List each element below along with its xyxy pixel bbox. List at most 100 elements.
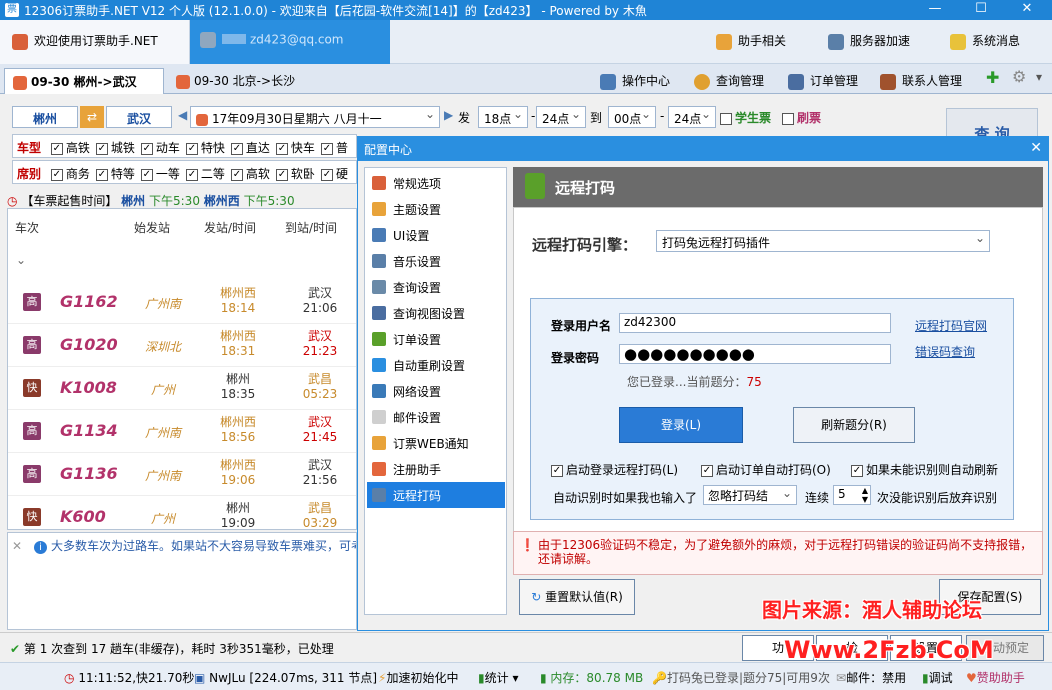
seat-option[interactable]: ✓ 高软 [230,167,270,181]
ops-center-menu[interactable]: 操作中心 [600,72,670,90]
table-row[interactable]: 高 G1136 广州南 郴州西 19:06 武汉 21:56 [8,453,356,496]
opt3-checkbox[interactable]: ✓ [851,464,863,477]
nav-item[interactable]: 远程打码 [367,482,505,508]
depart-to-select[interactable]: 24点 [536,106,586,128]
seat-checkbox[interactable]: ✓ [185,168,198,181]
engine-select[interactable]: 打码兔远程打码插件 [656,230,990,252]
type-checkbox[interactable]: ✓ [95,142,108,155]
opt-order-captcha[interactable]: ✓ 启动订单自动打码(O) [701,461,831,478]
student-ticket-option[interactable]: 学生票 [720,109,771,126]
depart-from-select[interactable]: 18点 [478,106,528,128]
error-code-link[interactable]: 错误码查询 [915,343,975,360]
type-option[interactable]: ✓ 特快 [185,141,225,155]
seat-option[interactable]: ✓ 商务 [50,167,90,181]
minimize-button[interactable]: — [912,0,958,20]
sponsor-link[interactable]: ♥赞助助手 [966,669,1025,686]
collapse-chevron-icon[interactable]: ⌄ [16,253,26,267]
tab-beijing-changsha[interactable]: 09-30 北京->长沙 [168,68,328,94]
seat-checkbox[interactable]: ✓ [230,168,243,181]
type-checkbox[interactable]: ✓ [50,142,63,155]
server-accel-menu[interactable]: 服务器加速 [828,32,910,50]
type-option[interactable]: ✓ 直达 [230,141,270,155]
welcome-panel[interactable]: 欢迎使用订票助手.NET [0,20,190,64]
reset-default-button[interactable]: ↻ 重置默认值(R) [519,579,635,615]
swap-icon[interactable]: ⇄ [80,106,104,128]
type-checkbox[interactable]: ✓ [230,142,243,155]
type-option[interactable]: ✓ 快车 [275,141,315,155]
nav-item[interactable]: 常规选项 [367,170,505,196]
col-train-no[interactable]: 车次 [15,219,39,236]
type-checkbox[interactable]: ✓ [185,142,198,155]
train-number[interactable]: G1134 [60,421,118,440]
type-option[interactable]: ✓ 动车 [140,141,180,155]
refresh-checkbox[interactable] [782,112,794,125]
type-option[interactable]: ✓ 普 [320,141,348,155]
type-checkbox[interactable]: ✓ [275,142,288,155]
prev-date-icon[interactable]: ◀ [178,108,187,122]
password-input[interactable]: ●●●●●●●●●● [619,344,891,364]
table-row[interactable]: 高 G1162 广州南 郴州西 18:14 武汉 21:06 [8,281,356,324]
type-checkbox[interactable]: ✓ [140,142,153,155]
student-checkbox[interactable] [720,112,732,125]
stats-menu[interactable]: ▮统计 ▾ [478,669,518,686]
nav-item[interactable]: 订票WEB通知 [367,430,505,456]
seat-checkbox[interactable]: ✓ [50,168,63,181]
seat-checkbox[interactable]: ✓ [95,168,108,181]
contact-mgr-menu[interactable]: 联系人管理 [880,72,962,90]
seat-option[interactable]: ✓ 软卧 [275,167,315,181]
table-row[interactable]: 快 K1008 广州 郴州 18:35 武昌 05:23 [8,367,356,410]
sys-msg-menu[interactable]: 系统消息 [950,32,1020,50]
nav-item[interactable]: 查询视图设置 [367,300,505,326]
train-number[interactable]: G1020 [60,335,118,354]
order-mgr-menu[interactable]: 订单管理 [788,72,858,90]
from-station-input[interactable]: 郴州 [12,106,78,128]
tab-chenzhou-wuhan[interactable]: 09-30 郴州->武汉 [4,68,164,94]
table-row[interactable]: 高 G1020 深圳北 郴州西 18:31 武汉 21:23 [8,324,356,367]
user-panel[interactable]: zd423@qq.com [190,20,390,64]
type-checkbox[interactable]: ✓ [320,142,333,155]
nav-item[interactable]: 查询设置 [367,274,505,300]
col-origin[interactable]: 始发站 [134,219,170,236]
seat-option[interactable]: ✓ 硬 [320,167,348,181]
type-option[interactable]: ✓ 城铁 [95,141,135,155]
chevron-down-icon[interactable]: ▾ [1036,70,1042,84]
nav-item[interactable]: 自动重刷设置 [367,352,505,378]
train-number[interactable]: K600 [60,507,106,526]
seat-checkbox[interactable]: ✓ [320,168,333,181]
opt-login-captcha[interactable]: ✓ 启动登录远程打码(L) [551,461,678,478]
auto-action-select[interactable]: 忽略打码结 [703,485,797,505]
nav-item[interactable]: 订单设置 [367,326,505,352]
consec-stepper[interactable]: 5 ▲ ▼ [833,485,871,505]
official-site-link[interactable]: 远程打码官网 [915,317,987,334]
nav-item[interactable]: UI设置 [367,222,505,248]
nav-item[interactable]: 网络设置 [367,378,505,404]
net-status[interactable]: ▣ NwJLu [224.07ms, 311 节点] [194,669,377,686]
table-row[interactable]: 快 K600 广州 郴州 19:09 武昌 03:29 [8,496,356,529]
seat-option[interactable]: ✓ 特等 [95,167,135,181]
next-date-icon[interactable]: ▶ [444,108,453,122]
close-notice-icon[interactable]: ✕ [12,539,22,553]
login-button[interactable]: 登录(L) [619,407,743,443]
col-arrive[interactable]: 到站/时间 [285,219,337,236]
opt1-checkbox[interactable]: ✓ [551,464,563,477]
arrive-from-select[interactable]: 00点 [608,106,656,128]
nav-item[interactable]: 邮件设置 [367,404,505,430]
username-input[interactable]: zd42300 [619,313,891,333]
gear-icon[interactable]: ⚙ [1012,67,1026,86]
nav-item[interactable]: 音乐设置 [367,248,505,274]
col-depart[interactable]: 发站/时间 [204,219,256,236]
dialog-close-icon[interactable]: ✕ [1030,140,1042,156]
maximize-button[interactable]: ☐ [958,0,1004,20]
nav-item[interactable]: 注册助手 [367,456,505,482]
seat-checkbox[interactable]: ✓ [275,168,288,181]
query-mgr-menu[interactable]: 查询管理 [694,72,764,90]
helper-menu[interactable]: 助手相关 [716,32,786,50]
to-station-input[interactable]: 武汉 [106,106,172,128]
date-select[interactable]: 17年09月30日星期六 八月十一 [190,106,440,128]
seat-option[interactable]: ✓ 一等 [140,167,180,181]
opt-auto-refresh[interactable]: ✓ 如果未能识别则自动刷新 [851,461,998,478]
train-number[interactable]: G1162 [60,292,118,311]
refresh-score-button[interactable]: 刷新题分(R) [793,407,915,443]
train-number[interactable]: G1136 [60,464,118,483]
mail-status[interactable]: ✉邮件：禁用 [836,669,906,686]
